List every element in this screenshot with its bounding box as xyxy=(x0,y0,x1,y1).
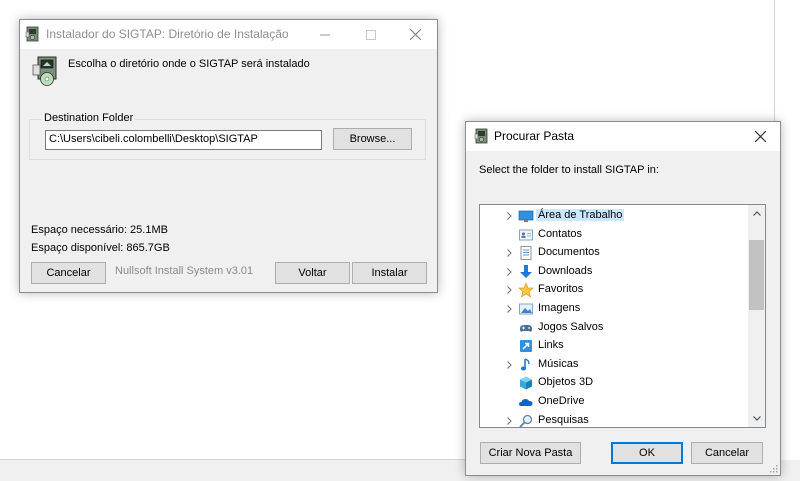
music-folder-icon xyxy=(518,357,534,373)
browse-title-bar[interactable]: Procurar Pasta xyxy=(466,122,780,151)
saved-games-folder-icon xyxy=(518,320,534,336)
chevron-right-icon[interactable] xyxy=(504,281,514,299)
installer-package-icon xyxy=(32,55,62,90)
documents-folder-icon xyxy=(518,245,534,261)
browse-cancel-button[interactable]: Cancelar xyxy=(691,442,763,464)
folder-tree-item[interactable]: Imagens xyxy=(480,300,749,318)
installer-app-icon xyxy=(25,26,41,45)
folder-tree-item[interactable]: Favoritos xyxy=(480,281,749,299)
destination-folder-label: Destination Folder xyxy=(42,112,136,124)
destination-path-input[interactable]: C:\Users\cibeli.colombelli\Desktop\SIGTA… xyxy=(45,130,322,150)
back-button[interactable]: Voltar xyxy=(275,262,350,284)
folder-tree-item-label: Músicas xyxy=(538,357,579,370)
minimize-button[interactable] xyxy=(302,20,348,49)
installer-title-bar[interactable]: Instalador do SIGTAP: Diretório de Insta… xyxy=(20,20,437,49)
folder-tree-item-label: OneDrive xyxy=(538,395,585,407)
installer-window: Instalador do SIGTAP: Diretório de Insta… xyxy=(19,19,438,293)
folder-tree-item-label: Links xyxy=(538,339,564,352)
chevron-right-icon[interactable] xyxy=(504,244,514,262)
folder-tree-item[interactable]: Área de Trabalho xyxy=(480,207,749,225)
folder-tree-item[interactable]: Contatos xyxy=(480,226,749,244)
browse-title: Procurar Pasta xyxy=(494,129,575,143)
desktop-folder-icon xyxy=(518,208,534,224)
installer-header: Escolha o diretório onde o SIGTAP será i… xyxy=(20,49,437,109)
close-icon xyxy=(754,131,766,142)
downloads-folder-icon xyxy=(518,264,534,280)
browse-folder-dialog: Procurar Pasta Select the folder to inst… xyxy=(465,121,781,476)
folder-tree-item-label: Downloads xyxy=(538,264,593,277)
contacts-folder-icon xyxy=(518,227,534,243)
folder-tree-item-label: Contatos xyxy=(538,227,583,240)
folder-tree-item[interactable]: Downloads xyxy=(480,263,749,281)
folder-tree-item[interactable]: Jogos Salvos xyxy=(480,319,749,337)
folder-tree-item[interactable]: Documentos xyxy=(480,244,749,262)
close-button[interactable] xyxy=(392,20,438,49)
space-available-text: Espaço disponível: 865.7GB xyxy=(31,242,170,254)
chevron-right-icon[interactable] xyxy=(504,207,514,225)
browse-app-icon xyxy=(474,128,490,147)
new-folder-button[interactable]: Criar Nova Pasta xyxy=(480,442,581,464)
folder-tree-item-label: Jogos Salvos xyxy=(538,320,604,333)
favorites-folder-icon xyxy=(518,282,534,299)
chevron-right-icon[interactable] xyxy=(504,356,514,374)
folder-tree[interactable]: Área de Trabalho Contatos Documentos Downlo… xyxy=(479,204,766,428)
installer-header-text: Escolha o diretório onde o SIGTAP será i… xyxy=(68,58,310,70)
close-icon xyxy=(409,29,421,40)
folder-tree-item-label: Favoritos xyxy=(538,283,584,296)
folder-tree-item-label: Pesquisas xyxy=(538,413,589,426)
browse-close-button[interactable] xyxy=(740,122,780,151)
browse-prompt: Select the folder to install SIGTAP in: xyxy=(479,164,659,176)
searches-folder-icon xyxy=(518,413,534,427)
folder-tree-list: Área de Trabalho Contatos Documentos Downlo… xyxy=(480,205,749,427)
ok-button[interactable]: OK xyxy=(611,442,683,464)
folder-tree-item-label: Documentos xyxy=(538,246,600,259)
installer-title: Instalador do SIGTAP: Diretório de Insta… xyxy=(46,27,289,41)
scroll-down-button[interactable] xyxy=(748,410,765,427)
chevron-right-icon[interactable] xyxy=(504,263,514,281)
resize-grip-icon[interactable] xyxy=(768,463,778,473)
folder-tree-item[interactable]: Links xyxy=(480,337,749,355)
folder-tree-item[interactable]: Músicas xyxy=(480,356,749,374)
tree-scrollbar[interactable] xyxy=(748,205,765,427)
folder-tree-item-label: Área de Trabalho xyxy=(536,209,625,221)
space-required-text: Espaço necessário: 25.1MB xyxy=(31,224,168,236)
nsis-version-label: Nullsoft Install System v3.01 xyxy=(115,265,254,277)
scroll-thumb[interactable] xyxy=(749,240,764,310)
folder-tree-item-label: Imagens xyxy=(538,302,581,314)
install-button[interactable]: Instalar xyxy=(352,262,427,284)
3d-objects-folder-icon xyxy=(518,375,534,391)
chevron-right-icon[interactable] xyxy=(504,300,514,318)
maximize-button[interactable] xyxy=(348,20,394,49)
onedrive-icon xyxy=(518,394,534,410)
folder-tree-item-label: Objetos 3D xyxy=(538,376,594,389)
scroll-up-button[interactable] xyxy=(748,205,765,222)
minimize-icon xyxy=(320,34,330,35)
chevron-up-icon xyxy=(752,211,761,216)
installer-cancel-button[interactable]: Cancelar xyxy=(31,262,106,284)
folder-tree-item[interactable]: Pesquisas xyxy=(480,412,749,427)
browse-button[interactable]: Browse... xyxy=(333,128,412,150)
chevron-down-icon xyxy=(752,416,761,421)
folder-tree-item[interactable]: OneDrive xyxy=(480,393,749,411)
maximize-icon xyxy=(366,29,376,40)
folder-tree-item[interactable]: Objetos 3D xyxy=(480,374,749,392)
links-folder-icon xyxy=(518,338,534,354)
pictures-folder-icon xyxy=(518,301,534,317)
chevron-right-icon[interactable] xyxy=(504,412,514,427)
